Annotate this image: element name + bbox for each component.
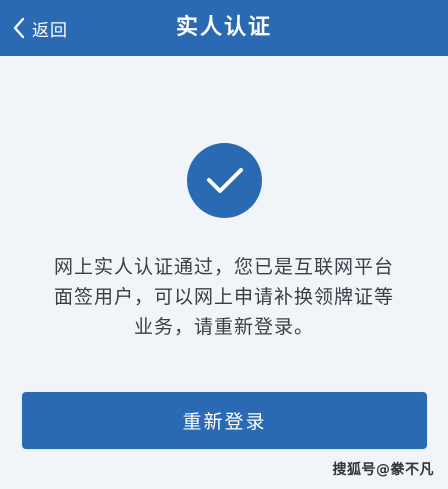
back-label: 返回: [32, 20, 68, 41]
back-button[interactable]: 返回: [8, 0, 68, 56]
checkmark-icon: [205, 166, 245, 196]
success-badge: [187, 143, 262, 218]
relogin-button[interactable]: 重新登录: [22, 392, 427, 449]
watermark-text: 搜狐号@豢不凡: [332, 462, 434, 478]
verification-message: 网上实人认证通过，您已是互联网平台面签用户，可以网上申请补换领牌证等业务，请重新…: [53, 256, 394, 338]
chevron-left-icon: [8, 17, 30, 39]
app-header: 返回 实人认证: [0, 0, 448, 56]
